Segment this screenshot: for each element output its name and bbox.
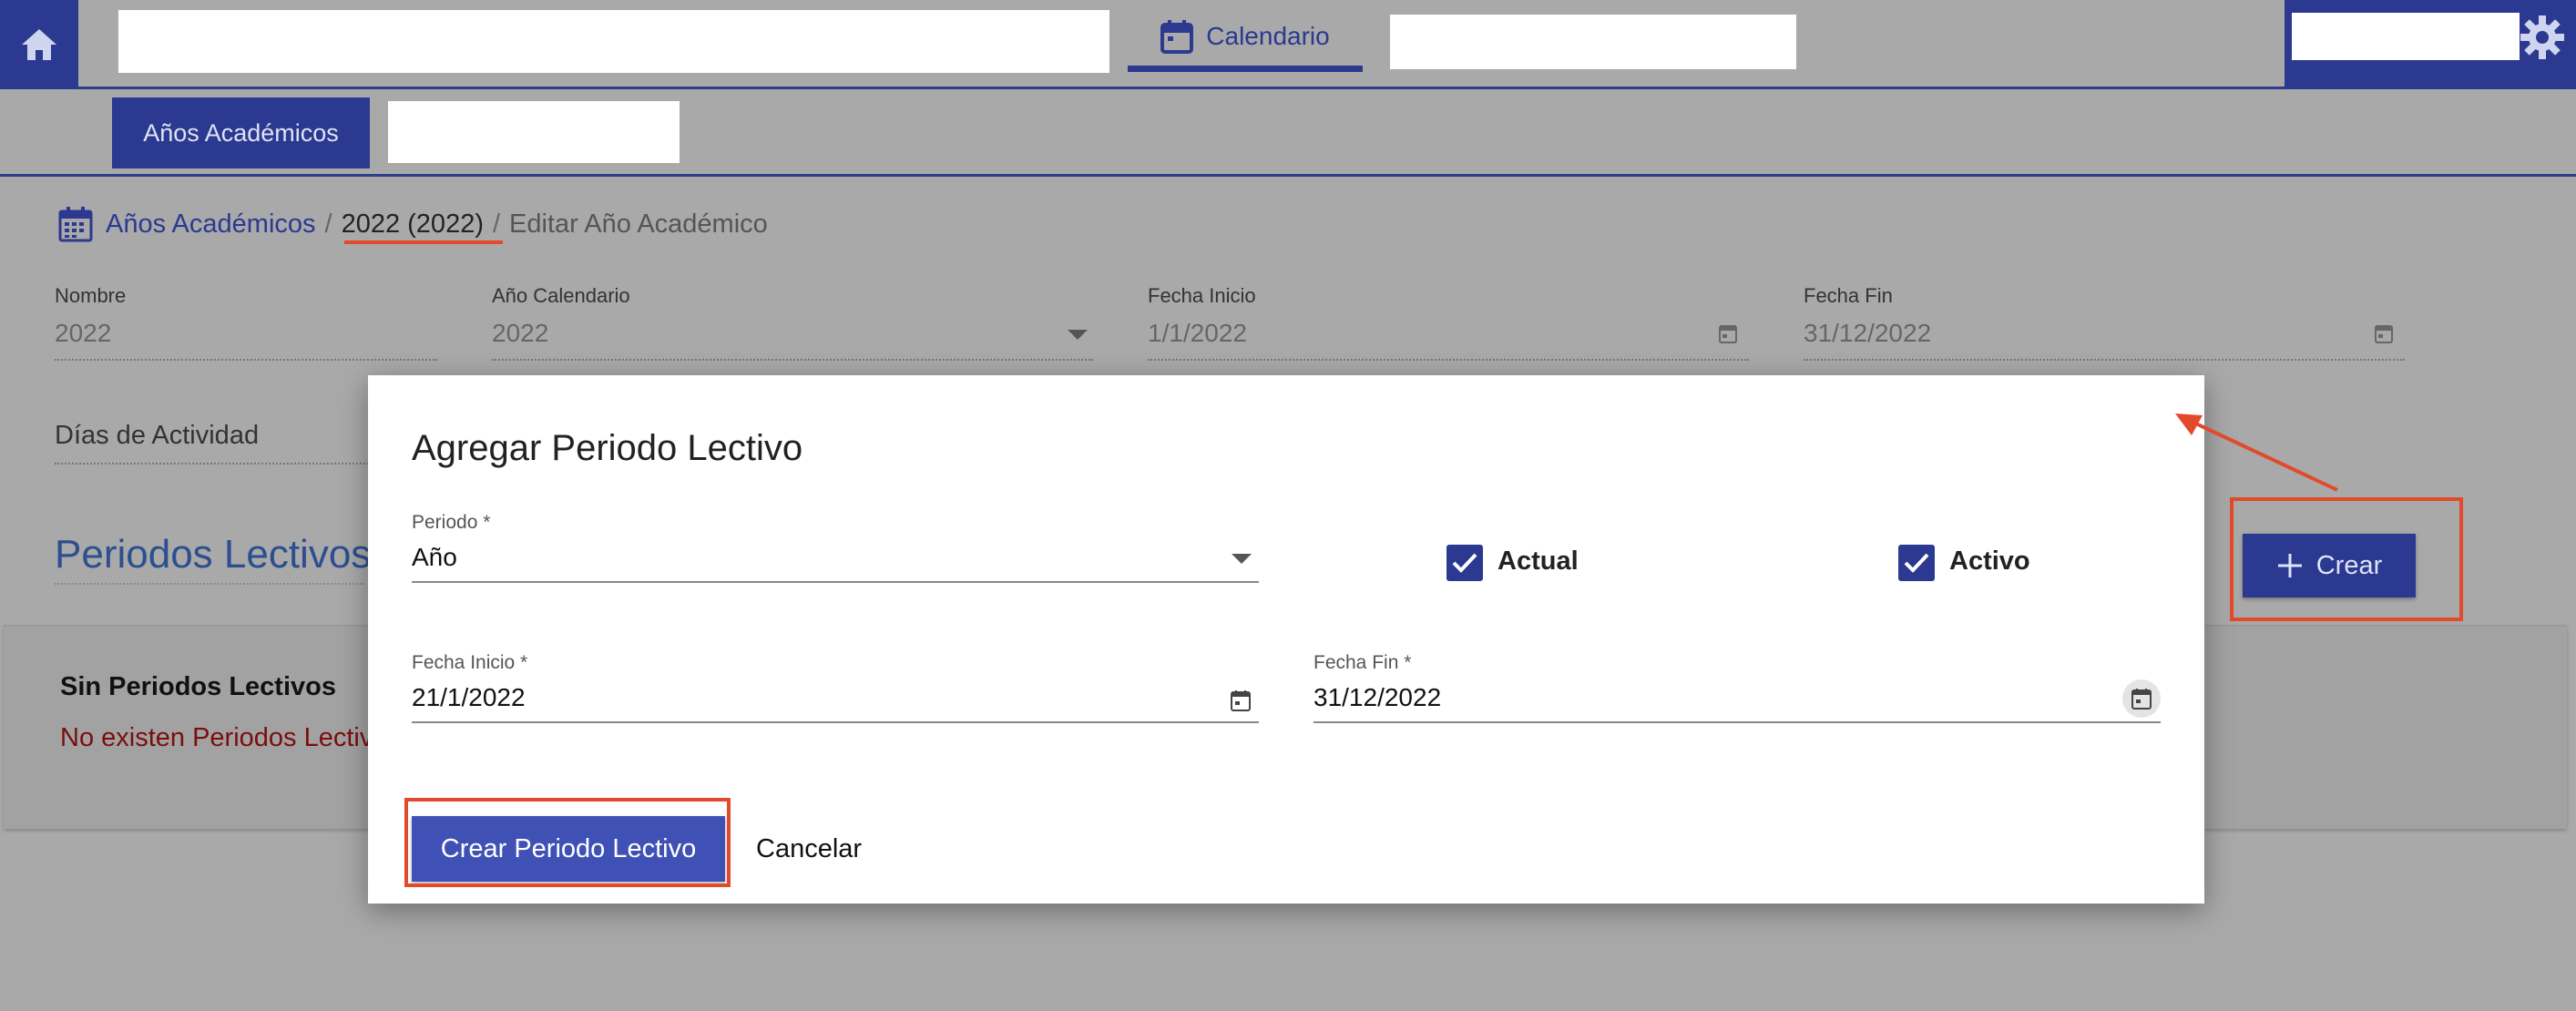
dialog-fecha-fin-field[interactable]: Fecha Fin * 31/12/2022 [1314, 652, 2161, 725]
fecha-fin-value: 31/12/2022 [1804, 319, 1932, 347]
dialog-fecha-inicio-field[interactable]: Fecha Inicio * 21/1/2022 [412, 652, 1259, 725]
calendar-icon [1160, 20, 1194, 54]
anio-calendario-select[interactable]: Año Calendario 2022 [492, 284, 1093, 361]
empty-title: Sin Periodos Lectivos [60, 672, 336, 701]
nombre-value: 2022 [55, 319, 112, 347]
periodo-label: Periodo * [412, 512, 491, 533]
secondary-navbar [0, 89, 2576, 177]
breadcrumb: Años Académicos / 2022 (2022) / Editar A… [58, 204, 768, 244]
date-picker-icon[interactable] [2374, 322, 2394, 344]
checkmark-icon [1904, 553, 1929, 573]
section-underline [55, 583, 364, 585]
breadcrumb-link-anios[interactable]: Años Académicos [106, 209, 316, 240]
field-underline [1314, 721, 2161, 723]
annotation-box [404, 798, 731, 887]
active-tab-indicator [1128, 66, 1363, 72]
dialog-fecha-fin-value: 31/12/2022 [1314, 683, 1442, 711]
cancelar-label: Cancelar [756, 833, 863, 863]
dialog-title: Agregar Periodo Lectivo [412, 428, 803, 468]
actual-checkbox[interactable] [1446, 545, 1483, 581]
home-icon [22, 29, 56, 60]
field-underline [55, 359, 437, 361]
dialog-fecha-inicio-label: Fecha Inicio * [412, 652, 528, 673]
checkmark-icon [1452, 553, 1477, 573]
actual-label: Actual [1498, 546, 1579, 576]
nombre-label: Nombre [55, 284, 127, 307]
field-underline [55, 463, 383, 465]
annotation-arrow-icon [2175, 414, 2338, 492]
dropdown-arrow-icon [1068, 330, 1088, 340]
fecha-fin-field[interactable]: Fecha Fin 31/12/2022 [1804, 284, 2405, 361]
cancelar-button[interactable]: Cancelar [756, 816, 862, 882]
nav-blank-field-2 [1390, 15, 1796, 69]
dialog-fecha-inicio-value: 21/1/2022 [412, 683, 526, 711]
date-picker-icon[interactable] [1718, 322, 1738, 344]
tab-anios-academicos-label: Años Académicos [143, 118, 339, 147]
breadcrumb-link-year[interactable]: 2022 (2022) [342, 209, 484, 240]
dialog-fecha-fin-label: Fecha Fin * [1314, 652, 1412, 673]
settings-button[interactable] [2518, 13, 2567, 62]
tab-anios-academicos[interactable]: Años Académicos [112, 97, 370, 168]
activo-label: Activo [1949, 546, 2030, 576]
activo-checkbox[interactable] [1898, 545, 1935, 581]
empty-text: No existen Periodos Lectivo [60, 723, 388, 752]
nav-blank-field-1 [118, 10, 1109, 73]
fecha-inicio-value: 1/1/2022 [1148, 319, 1247, 347]
anio-calendario-label: Año Calendario [492, 284, 630, 307]
anio-calendario-value: 2022 [492, 319, 549, 347]
subnav-blank-field [388, 101, 680, 163]
field-underline [492, 359, 1093, 361]
fecha-inicio-label: Fecha Inicio [1148, 284, 1256, 307]
breadcrumb-separator: / [492, 209, 501, 239]
periodos-lectivos-title: Periodos Lectivos [55, 532, 372, 577]
dias-actividad-field[interactable]: Días de Actividad [55, 421, 383, 466]
fecha-fin-label: Fecha Fin [1804, 284, 1893, 307]
dias-actividad-label: Días de Actividad [55, 421, 260, 450]
date-picker-icon[interactable] [1230, 689, 1252, 712]
periodo-value: Año [412, 543, 457, 571]
tab-calendario-label: Calendario [1206, 22, 1330, 50]
tab-calendario[interactable]: Calendario [1128, 0, 1363, 73]
fecha-inicio-field[interactable]: Fecha Inicio 1/1/2022 [1148, 284, 1749, 361]
date-picker-button[interactable] [2122, 679, 2161, 718]
gear-icon [2520, 15, 2564, 59]
periodo-select[interactable]: Periodo * Año [412, 512, 1259, 585]
breadcrumb-separator: / [324, 209, 332, 239]
annotation-underline [344, 240, 503, 244]
annotation-box [2230, 497, 2463, 621]
breadcrumb-current: Editar Año Académico [509, 209, 768, 239]
field-underline [1148, 359, 1749, 361]
date-picker-icon [2131, 689, 2152, 710]
field-underline [412, 581, 1259, 583]
dropdown-arrow-icon [1232, 554, 1252, 564]
home-button[interactable] [0, 0, 78, 89]
user-name-field [2292, 13, 2520, 60]
nombre-field[interactable]: Nombre 2022 [55, 284, 437, 361]
calendar-icon [58, 207, 93, 242]
field-underline [412, 721, 1259, 723]
field-underline [1804, 359, 2405, 361]
